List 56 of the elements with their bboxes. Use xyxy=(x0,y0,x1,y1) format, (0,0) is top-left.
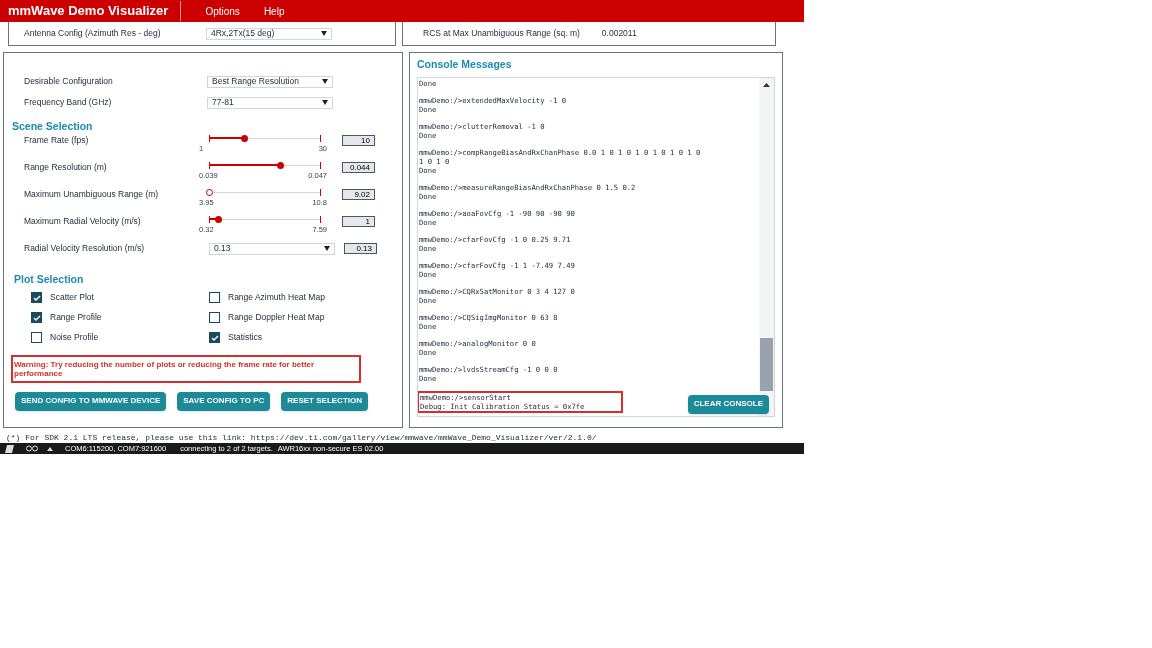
field-label: Range Resolution (m) xyxy=(24,160,108,174)
checkbox[interactable] xyxy=(31,312,42,323)
checkbox-label: Range Doppler Heat Map xyxy=(228,311,325,324)
checkbox-label: Statistics xyxy=(228,331,262,344)
checkbox-label: Range Azimuth Heat Map xyxy=(228,291,325,304)
field-label: Maximum Radial Velocity (m/s) xyxy=(24,214,142,228)
dropdown[interactable]: 0.13 xyxy=(209,242,335,255)
menu-item[interactable]: Help xyxy=(263,3,285,19)
action-button[interactable]: SAVE CONFIG TO PC xyxy=(177,391,271,411)
warning-message: Warning: Try reducing the number of plots or reducing the frame rate for better performance xyxy=(11,354,361,383)
caret-icon xyxy=(321,31,327,36)
checkbox-label: Noise Profile xyxy=(50,331,99,344)
footer-note: (*) For SDK 2.1 LTS release, please use this link: https://dev.ti.com/gallery/view/mmwave/mmWave_Demo_Visualizer/ver/2.1.0/ xyxy=(5,432,598,443)
field-label: Radial Velocity Resolution (m/s) xyxy=(24,241,145,255)
slider-thumb[interactable] xyxy=(206,188,213,196)
action-button[interactable]: RESET SELECTION xyxy=(281,391,368,411)
field-label: Frequency Band (GHz) xyxy=(24,96,113,109)
dropdown[interactable]: Best Range Resolution xyxy=(207,75,333,88)
slider-thumb[interactable] xyxy=(214,215,222,223)
checkbox-label: Scatter Plot xyxy=(50,291,94,304)
caret-icon xyxy=(322,79,328,84)
value-field[interactable]: 9.02 xyxy=(342,188,375,200)
checkbox[interactable] xyxy=(31,332,42,343)
field-label: Desirable Configuration xyxy=(24,75,114,88)
dropdown[interactable]: 77-81 xyxy=(207,96,333,109)
value-field[interactable]: 0.044 xyxy=(342,161,375,173)
field-label: Antenna Config (Azimuth Res - deg) xyxy=(24,27,161,40)
checkbox[interactable] xyxy=(209,332,220,343)
dropdown[interactable]: 4Rx,2Tx(15 deg) xyxy=(206,27,332,40)
checkbox[interactable] xyxy=(209,292,220,303)
scroll-up-icon[interactable] xyxy=(763,82,770,87)
app-title: mmWave Demo Visualizer xyxy=(8,1,182,21)
field-value: 0.002011 xyxy=(601,27,637,40)
value-field[interactable]: 0.13 xyxy=(344,242,377,254)
section-title: Plot Selection xyxy=(13,271,85,287)
scrollbar-thumb[interactable] xyxy=(760,337,773,391)
field-label: Maximum Unambiguous Range (m) xyxy=(24,187,160,201)
field-label: RCS at Max Unambiguous Range (sq. m) xyxy=(423,27,580,40)
caret-icon xyxy=(322,100,328,105)
checkbox[interactable] xyxy=(31,292,42,303)
device-icon[interactable] xyxy=(5,444,14,453)
caret-icon xyxy=(324,246,330,252)
value-field[interactable]: 1 xyxy=(342,215,375,227)
action-button[interactable]: SEND CONFIG TO MMWAVE DEVICE xyxy=(15,391,167,411)
checkbox[interactable] xyxy=(209,312,220,323)
menu-item[interactable]: Options xyxy=(205,3,240,19)
clear-console-button[interactable]: CLEAR CONSOLE xyxy=(687,394,769,414)
field-label: Frame Rate (fps) xyxy=(24,133,90,147)
value-field[interactable]: 10 xyxy=(342,134,375,146)
section-title: Scene Selection xyxy=(12,119,94,134)
slider-thumb[interactable] xyxy=(276,161,284,169)
caret-up-icon[interactable] xyxy=(47,446,53,451)
section-title: Console Messages xyxy=(417,57,513,72)
slider-thumb[interactable] xyxy=(240,134,248,142)
connection-icon[interactable] xyxy=(26,445,38,452)
checkbox-label: Range Profile xyxy=(50,311,102,324)
